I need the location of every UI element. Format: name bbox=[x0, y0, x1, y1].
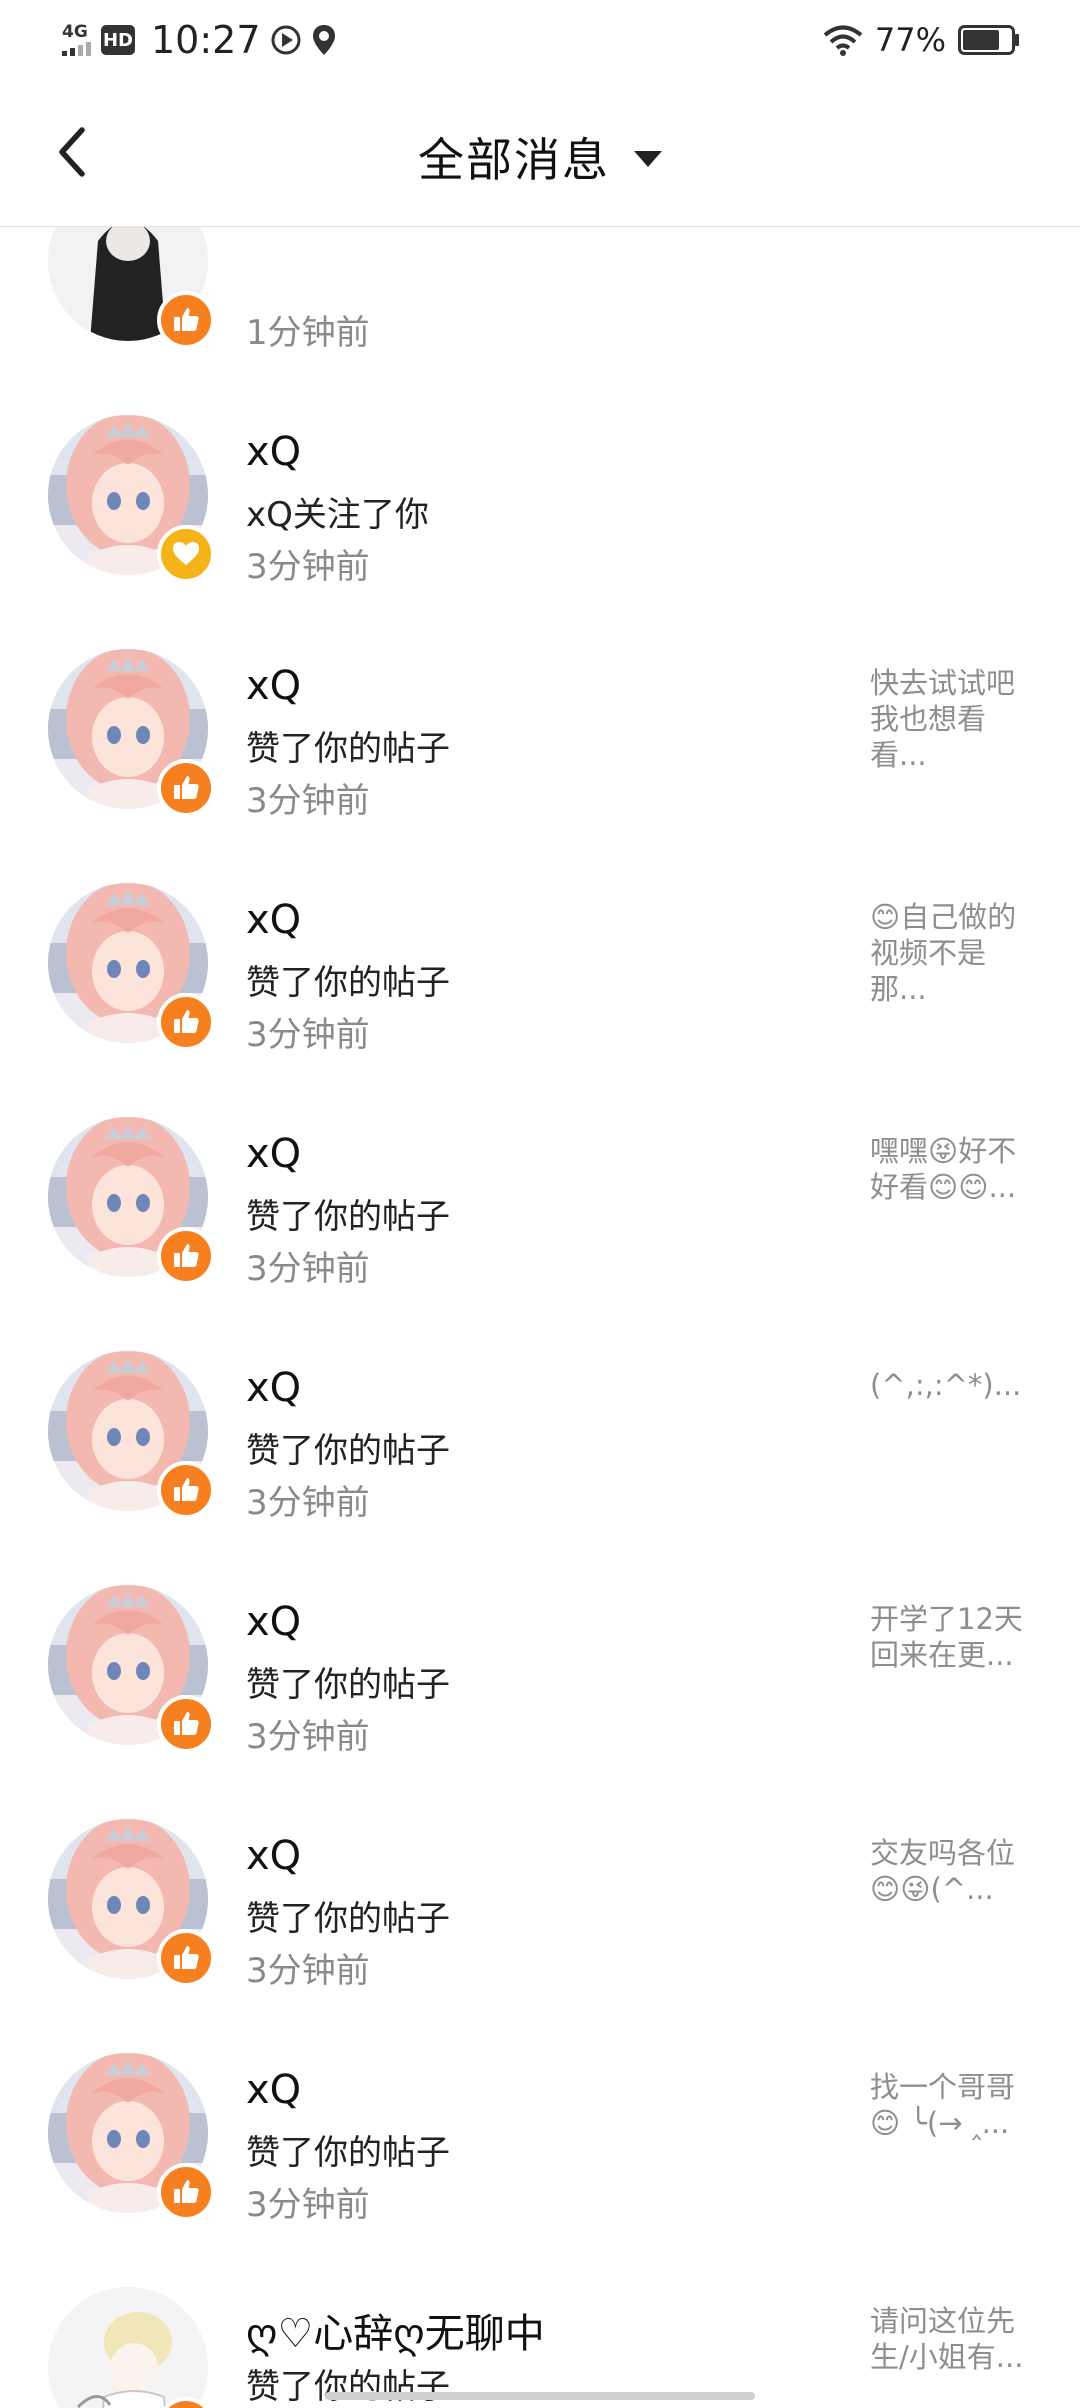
message-time: 3分钟前 bbox=[246, 1249, 370, 1289]
message-action: 赞了你的帖子 bbox=[246, 1197, 450, 1237]
page-title: 全部消息 bbox=[418, 133, 610, 187]
message-time: 3分钟前 bbox=[246, 2185, 370, 2225]
avatar[interactable] bbox=[48, 2287, 208, 2408]
status-bar: 4G HD 10:27 77% bbox=[0, 0, 1080, 80]
like-badge bbox=[157, 1695, 215, 1753]
post-preview[interactable]: 开学了12天回来在更... bbox=[870, 1601, 1038, 1673]
sender-name[interactable]: xQ bbox=[246, 1365, 301, 1411]
status-time: 10:27 bbox=[151, 18, 261, 62]
message-action: 赞了你的帖子 bbox=[246, 2367, 450, 2407]
thumbs-up-icon bbox=[174, 776, 199, 799]
top-nav-bar: 全部消息 bbox=[0, 80, 1080, 227]
message-action: xQ关注了你 bbox=[246, 495, 429, 535]
message-item[interactable]: xQ 赞了你的帖子 3分钟前 开学了12天回来在更... bbox=[0, 1553, 1080, 1787]
status-right: 77% bbox=[823, 16, 1020, 64]
message-item[interactable]: xQ 赞了你的帖子 3分钟前 找一个哥哥😊 ╰(→ ‸... bbox=[0, 2021, 1080, 2255]
message-time: 3分钟前 bbox=[246, 1717, 370, 1757]
sender-name[interactable]: ღ♡心辞ღ无聊中 bbox=[246, 2301, 545, 2359]
home-indicator[interactable] bbox=[325, 2392, 755, 2400]
thumbs-up-icon bbox=[174, 1010, 199, 1033]
like-badge bbox=[157, 1227, 215, 1285]
battery-icon bbox=[958, 25, 1019, 55]
like-badge bbox=[157, 2163, 215, 2221]
message-item[interactable]: xQ 赞了你的帖子 3分钟前 (^,:,:^*)... bbox=[0, 1319, 1080, 1553]
sender-name[interactable]: xQ bbox=[246, 1599, 301, 1645]
message-time: 3分钟前 bbox=[246, 547, 370, 587]
post-preview[interactable]: 交友吗各位😊😜(^... bbox=[870, 1835, 1038, 1907]
message-item[interactable]: 1分钟前 bbox=[0, 227, 1080, 383]
network-type: 4G bbox=[62, 22, 88, 42]
message-item[interactable]: xQ 赞了你的帖子 3分钟前 😊自己做的视频不是那... bbox=[0, 851, 1080, 1085]
message-filter-dropdown[interactable]: 全部消息 bbox=[0, 124, 1080, 190]
like-badge bbox=[157, 993, 215, 1051]
post-preview[interactable]: 嘿嘿😝好不好看😊😊... bbox=[870, 1133, 1038, 1205]
message-list[interactable]: 1分钟前 xQ xQ关注了你 3分钟前 xQ 赞了你的帖子 3分钟前 快去试试吧我也想看看… bbox=[0, 227, 1080, 2408]
post-preview[interactable]: (^,:,:^*)... bbox=[870, 1367, 1038, 1403]
battery-percent: 77% bbox=[874, 21, 946, 59]
wifi-icon bbox=[823, 25, 863, 56]
message-action: 赞了你的帖子 bbox=[246, 963, 450, 1003]
play-icon bbox=[271, 25, 301, 55]
message-action: 赞了你的帖子 bbox=[246, 1431, 450, 1471]
signal-icon bbox=[62, 40, 91, 56]
avatar-image bbox=[48, 2287, 208, 2408]
message-time: 1分钟前 bbox=[246, 313, 370, 353]
like-badge bbox=[157, 1461, 215, 1519]
message-item[interactable]: xQ xQ关注了你 3分钟前 bbox=[0, 383, 1080, 617]
sender-name[interactable]: xQ bbox=[246, 429, 301, 475]
sender-name[interactable]: xQ bbox=[246, 1131, 301, 1177]
post-preview[interactable]: 找一个哥哥😊 ╰(→ ‸... bbox=[870, 2069, 1038, 2141]
like-badge bbox=[157, 759, 215, 817]
thumbs-up-icon bbox=[174, 1478, 199, 1501]
message-time: 3分钟前 bbox=[246, 1015, 370, 1055]
hd-icon: HD bbox=[101, 25, 135, 55]
sender-name[interactable]: xQ bbox=[246, 1833, 301, 1879]
message-action: 赞了你的帖子 bbox=[246, 1665, 450, 1705]
thumbs-up-icon bbox=[174, 1712, 199, 1735]
network-indicator: 4G bbox=[62, 24, 91, 56]
heart-icon bbox=[173, 542, 199, 565]
message-time: 3分钟前 bbox=[246, 1951, 370, 1991]
follow-badge bbox=[157, 525, 215, 583]
message-item[interactable]: xQ 赞了你的帖子 3分钟前 嘿嘿😝好不好看😊😊... bbox=[0, 1085, 1080, 1319]
sender-name[interactable]: xQ bbox=[246, 663, 301, 709]
like-badge bbox=[157, 1929, 215, 1987]
message-time: 3分钟前 bbox=[246, 1483, 370, 1523]
like-badge bbox=[157, 291, 215, 349]
message-time: 3分钟前 bbox=[246, 781, 370, 821]
post-preview[interactable]: 😊自己做的视频不是那... bbox=[870, 899, 1038, 1007]
sender-name[interactable]: xQ bbox=[246, 897, 301, 943]
caret-down-icon bbox=[634, 151, 662, 167]
post-preview[interactable]: 请问这位先生/小姐有... bbox=[870, 2303, 1038, 2375]
message-action: 赞了你的帖子 bbox=[246, 729, 450, 769]
location-icon bbox=[312, 25, 335, 55]
message-item[interactable]: ღ♡心辞ღ无聊中赞了你的帖子5分钟前请问这位先生/小姐有... bbox=[0, 2255, 1080, 2408]
thumbs-up-icon bbox=[174, 1946, 199, 1969]
message-action: 赞了你的帖子 bbox=[246, 1899, 450, 1939]
status-left: 4G HD 10:27 bbox=[62, 16, 337, 64]
thumbs-up-icon bbox=[174, 308, 199, 331]
message-item[interactable]: xQ 赞了你的帖子 3分钟前 快去试试吧我也想看看... bbox=[0, 617, 1080, 851]
message-action: 赞了你的帖子 bbox=[246, 2133, 450, 2173]
sender-name[interactable]: xQ bbox=[246, 2067, 301, 2113]
thumbs-up-icon bbox=[174, 1244, 199, 1267]
message-item[interactable]: xQ 赞了你的帖子 3分钟前 交友吗各位😊😜(^... bbox=[0, 1787, 1080, 2021]
thumbs-up-icon bbox=[174, 2180, 199, 2203]
post-preview[interactable]: 快去试试吧我也想看看... bbox=[870, 665, 1038, 773]
